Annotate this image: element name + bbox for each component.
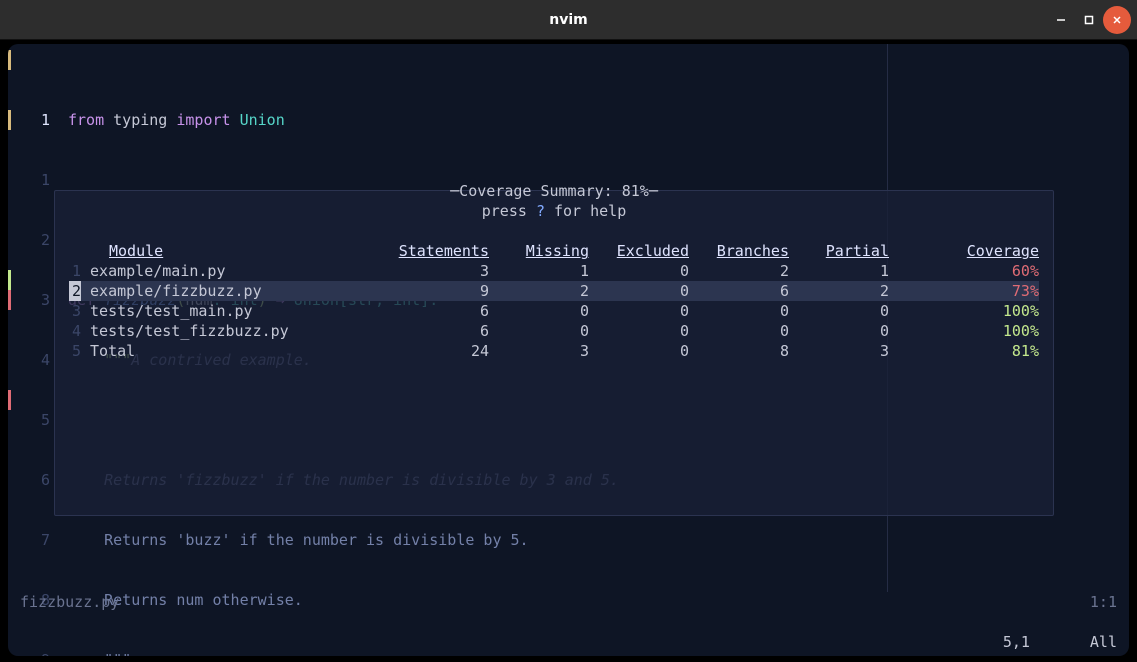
titlebar: nvim (0, 0, 1137, 40)
cell-missing: 0 (489, 301, 589, 321)
ruler-scroll: All (1090, 632, 1117, 652)
code-line: 1from typing import Union (8, 110, 619, 130)
cell-module: tests/test_main.py (90, 302, 253, 320)
cell-statements: 3 (369, 261, 489, 281)
status-line: fizzbuzz.py 1:1 (20, 592, 1117, 612)
cell-statements: 24 (369, 341, 489, 361)
cell-missing: 1 (489, 261, 589, 281)
maximize-button[interactable] (1075, 6, 1103, 34)
cell-module: example/main.py (90, 262, 225, 280)
coverage-title: ─Coverage Summary: 81%─ (55, 181, 1053, 201)
col-missing: Missing (489, 241, 589, 261)
cell-excluded: 0 (589, 321, 689, 341)
table-row[interactable]: 2 example/fizzbuzz.py9206273% (69, 281, 1039, 301)
row-number: 1 (69, 261, 81, 281)
cell-branches: 8 (689, 341, 789, 361)
cell-branches: 0 (689, 321, 789, 341)
cell-partial: 0 (789, 301, 889, 321)
table-row[interactable]: 3 tests/test_main.py60000100% (69, 301, 1039, 321)
cell-excluded: 0 (589, 301, 689, 321)
col-coverage: Coverage (889, 241, 1039, 261)
cell-partial: 1 (789, 261, 889, 281)
table-header-row: Module Statements Missing Excluded Branc… (69, 241, 1039, 261)
coverage-summary-window[interactable]: ─Coverage Summary: 81%─ press ? for help… (54, 190, 1054, 516)
cell-excluded: 0 (589, 261, 689, 281)
cell-branches: 6 (689, 281, 789, 301)
cell-partial: 2 (789, 281, 889, 301)
col-excluded: Excluded (589, 241, 689, 261)
editor-frame[interactable]: 1from typing import Union 1 2 3def fizzb… (8, 44, 1129, 656)
close-button[interactable] (1103, 6, 1131, 34)
col-statements: Statements (369, 241, 489, 261)
table-row[interactable]: 1 example/main.py3102160% (69, 261, 1039, 281)
coverage-table: Module Statements Missing Excluded Branc… (69, 241, 1039, 361)
col-partial: Partial (789, 241, 889, 261)
status-filename: fizzbuzz.py (20, 592, 119, 612)
cell-coverage: 81% (889, 341, 1039, 361)
status-pos: 1:1 (1090, 592, 1117, 612)
cell-coverage: 100% (889, 321, 1039, 341)
cell-missing: 3 (489, 341, 589, 361)
col-module: Module (109, 242, 163, 260)
cell-coverage: 100% (889, 301, 1039, 321)
cell-partial: 0 (789, 321, 889, 341)
col-branches: Branches (689, 241, 789, 261)
cell-branches: 2 (689, 261, 789, 281)
ruler-pos: 5,1 (1003, 632, 1030, 652)
cell-coverage: 60% (889, 261, 1039, 281)
cell-statements: 9 (369, 281, 489, 301)
row-number: 2 (69, 281, 81, 301)
cell-branches: 0 (689, 301, 789, 321)
cell-excluded: 0 (589, 281, 689, 301)
window-controls (1047, 0, 1131, 40)
row-number: 4 (69, 321, 81, 341)
cell-missing: 2 (489, 281, 589, 301)
cell-module: tests/test_fizzbuzz.py (90, 322, 289, 340)
cell-module: Total (90, 342, 135, 360)
row-number: 5 (69, 341, 81, 361)
cell-coverage: 73% (889, 281, 1039, 301)
cell-missing: 0 (489, 321, 589, 341)
minimize-button[interactable] (1047, 6, 1075, 34)
cell-module: example/fizzbuzz.py (90, 282, 262, 300)
table-row[interactable]: 5 Total24308381% (69, 341, 1039, 361)
row-number: 3 (69, 301, 81, 321)
cell-statements: 6 (369, 301, 489, 321)
cell-partial: 3 (789, 341, 889, 361)
command-line: 5,1 All (20, 632, 1117, 652)
cell-excluded: 0 (589, 341, 689, 361)
coverage-hint: press ? for help (55, 201, 1053, 221)
table-row[interactable]: 4 tests/test_fizzbuzz.py60000100% (69, 321, 1039, 341)
cell-statements: 6 (369, 321, 489, 341)
window-title: nvim (549, 10, 587, 30)
